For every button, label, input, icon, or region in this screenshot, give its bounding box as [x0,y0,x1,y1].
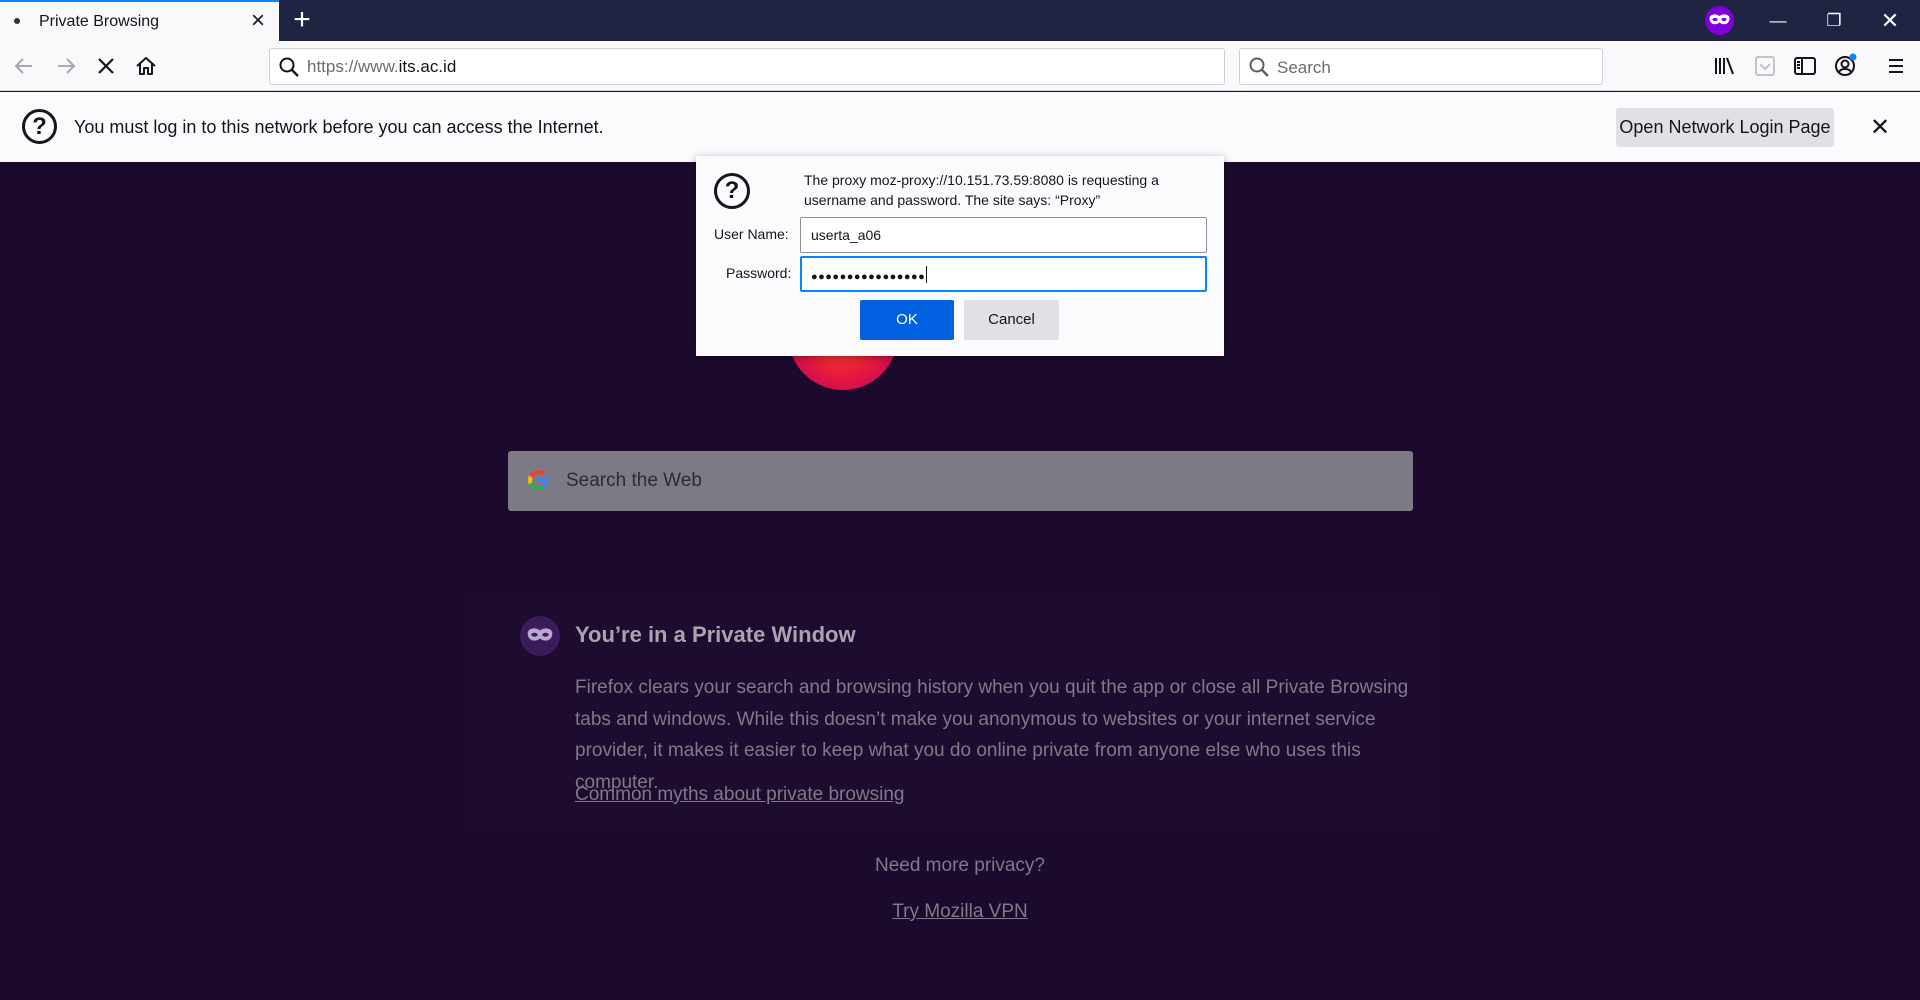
stop-icon[interactable] [90,50,122,82]
sidebar-icon[interactable] [1789,50,1821,82]
tab-strip: Private Browsing × + — ❐ ✕ [0,0,1920,41]
private-mask-icon [1705,6,1734,35]
cancel-button[interactable]: Cancel [964,300,1059,340]
forward-icon[interactable] [50,50,82,82]
address-bar[interactable]: https://www.its.ac.id [269,48,1225,85]
restore-icon[interactable]: ❐ [1806,0,1862,41]
vpn-question: Need more privacy? [874,855,1046,876]
account-icon[interactable] [1829,50,1861,82]
username-label: User Name: [714,226,789,242]
password-value: ●●●●●●●●●●●●●●●● [811,271,926,283]
username-field[interactable]: userta_a06 [800,217,1207,253]
google-icon [528,470,548,490]
private-window-description: Firefox clears your search and browsing … [575,677,1409,793]
dialog-message: The proxy moz-proxy://10.151.73.59:8080 … [804,172,1159,208]
search-icon [279,57,299,77]
private-window-title: You’re in a Private Window [575,622,856,647]
vpn-link-row: Try Mozilla VPN [0,901,1920,923]
search-placeholder: Search [1277,58,1331,77]
minimize-icon[interactable]: — [1750,0,1806,41]
close-icon[interactable]: ✕ [1866,114,1894,142]
question-icon: ? [22,109,57,144]
captive-portal-notification: ? You must log in to this network before… [0,92,1920,162]
tab-loading-dot-icon [14,18,20,24]
private-mask-icon [520,616,560,656]
question-icon: ? [714,173,750,209]
ok-button[interactable]: OK [860,300,954,340]
notification-message: You must log in to this network before y… [74,117,604,137]
search-bar[interactable]: Search [1239,48,1603,85]
tab-private-browsing[interactable]: Private Browsing × [0,0,279,41]
back-icon[interactable] [8,50,40,82]
navigation-toolbar: https://www.its.ac.id Search [0,41,1920,91]
menu-icon[interactable] [1880,50,1912,82]
tab-title: Private Browsing [39,13,160,30]
text-caret [926,266,928,283]
open-network-login-button[interactable]: Open Network Login Page [1616,108,1834,147]
proxy-auth-dialog: ? The proxy moz-proxy://10.151.73.59:808… [696,156,1224,356]
username-value: userta_a06 [811,227,882,243]
url-text: https://www.its.ac.id [307,57,457,76]
pocket-icon[interactable] [1749,50,1781,82]
private-browsing-myths-link[interactable]: Common myths about private browsing [575,784,904,806]
web-search-box[interactable]: Search the Web [508,451,1413,511]
web-search-placeholder: Search the Web [566,470,702,491]
search-icon [1249,57,1269,77]
library-icon[interactable] [1709,50,1741,82]
tab-close-icon[interactable]: × [245,8,271,34]
new-tab-plus-icon[interactable]: + [287,4,317,36]
home-icon[interactable] [130,50,162,82]
window-close-icon[interactable]: ✕ [1862,0,1918,41]
password-label: Password: [726,265,792,281]
try-mozilla-vpn-link[interactable]: Try Mozilla VPN [892,901,1027,922]
password-field[interactable]: ●●●●●●●●●●●●●●●● [800,256,1207,292]
